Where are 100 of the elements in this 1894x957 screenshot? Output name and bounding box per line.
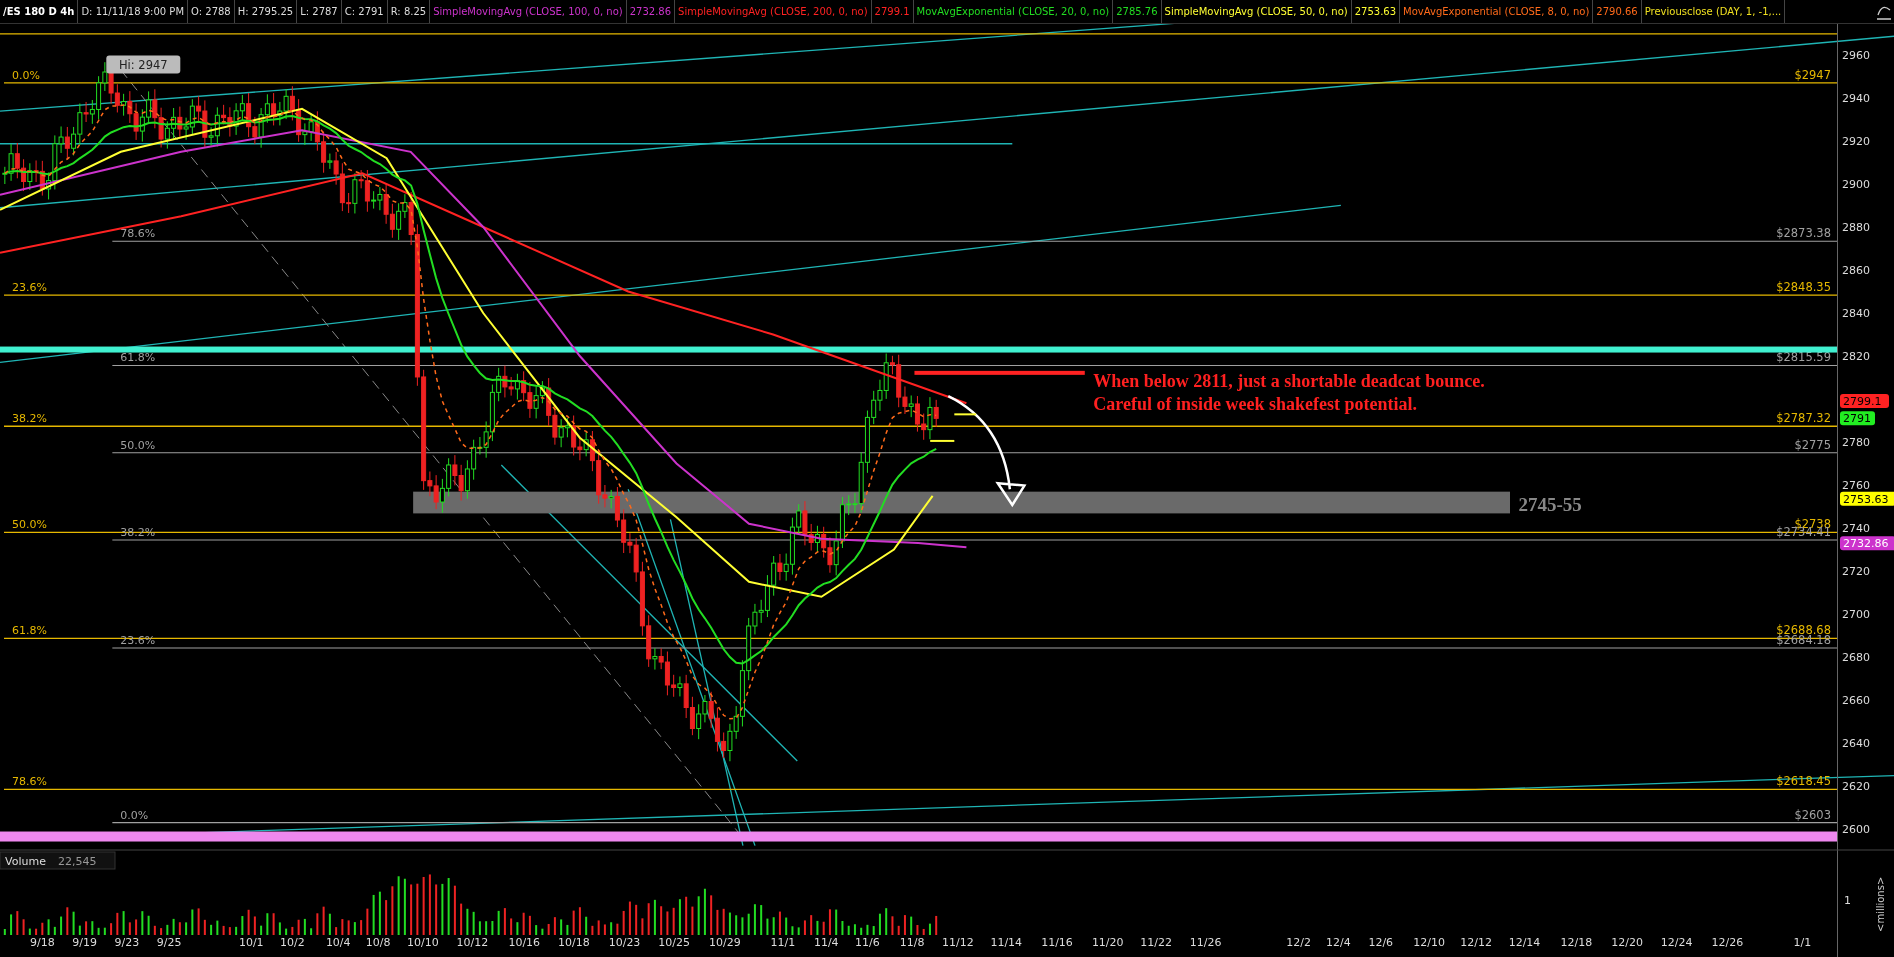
symbol-label: /ES 180 D 4h [0, 0, 79, 23]
price-tick-label: 2740 [1842, 522, 1870, 535]
price-marker: 2753.63 [1840, 491, 1894, 506]
price-tick-mark [953, 413, 978, 416]
study-label: SimpleMovingAvg (CLOSE, 100, 0, no) [430, 0, 627, 23]
study-label: MovAvgExponential (CLOSE, 8, 0, no) [1400, 0, 1594, 23]
date-tick-label: 10/25 [658, 936, 690, 949]
date-tick-label: 12/24 [1660, 936, 1693, 949]
price-tick-label: 2620 [1842, 780, 1870, 793]
fib-percent-label: 61.8% [12, 624, 47, 638]
price-tick-label: 2780 [1842, 436, 1870, 449]
fib-percent-label: 23.6% [12, 281, 47, 295]
quote-field: H: 2795.25 [234, 0, 298, 23]
study-icon[interactable] [1876, 4, 1892, 20]
study-label: SimpleMovingAvg (CLOSE, 200, 0, no) [675, 0, 872, 23]
date-tick-label: 10/18 [557, 936, 590, 949]
price-marker: 2791 [1840, 411, 1875, 426]
date-tick-label: 10/29 [708, 936, 741, 949]
study-value: 2799.1 [871, 0, 914, 23]
fib-price-label: $2947 [1794, 67, 1831, 82]
study-value: 2753.63 [1351, 0, 1401, 23]
volume-label: Volume [5, 855, 46, 868]
fib-price-label: $2603 [1794, 807, 1831, 822]
date-tick-label: 12/10 [1413, 936, 1445, 949]
study-value: 2785.76 [1113, 0, 1162, 23]
price-tick-label: 2720 [1842, 565, 1870, 578]
fib-price-label: $2873.38 [1776, 226, 1831, 241]
study-label: MovAvgExponential (CLOSE, 20, 0, no) [913, 0, 1114, 23]
price-tick-label: 2860 [1842, 264, 1870, 277]
fib-percent-label: 78.6% [120, 227, 156, 241]
price-tick-label: 2700 [1842, 608, 1870, 621]
date-tick-label: 12/12 [1460, 936, 1493, 949]
date-tick-label: 10/2 [280, 936, 305, 949]
volume-unit-label: <millions> [1875, 876, 1886, 932]
date-tick-label: 11/16 [1041, 936, 1073, 949]
date-tick-label: 11/20 [1091, 936, 1124, 949]
fib-price-label: $2618.45 [1776, 774, 1831, 789]
date-tick-label: 11/6 [855, 936, 880, 949]
date-tick-label: 9/23 [114, 936, 140, 949]
fib-percent-label: 0.0% [12, 68, 40, 82]
volume-value: 22,545 [58, 855, 97, 868]
price-tick-mark [929, 439, 956, 442]
date-tick-label: 12/2 [1286, 936, 1311, 949]
quote-field: R: 8.25 [387, 0, 431, 23]
price-tick-label: 2820 [1842, 350, 1870, 363]
fib-price-label: $2787.32 [1776, 411, 1831, 426]
date-tick-label: 10/8 [365, 936, 391, 949]
annotation-text: When below 2811, just a shortable deadcat bounce. [1093, 370, 1485, 391]
quote-field: D: 11/11/18 9:00 PM [78, 0, 189, 23]
date-tick-label: 9/25 [156, 936, 182, 949]
price-tick-label: 2640 [1842, 737, 1870, 750]
price-tick-label: 2900 [1842, 178, 1870, 191]
fib-percent-label: 61.8% [120, 351, 156, 365]
fib-price-label: $2848.35 [1776, 280, 1831, 295]
study-label: SimpleMovingAvg (CLOSE, 50, 0, no) [1161, 0, 1352, 23]
date-tick-label: 12/20 [1611, 936, 1644, 949]
date-tick-label: 10/1 [238, 936, 264, 949]
date-tick-label: 11/22 [1140, 936, 1172, 949]
quote-field: L: 2787 [297, 0, 342, 23]
price-tick-label: 2920 [1842, 135, 1870, 148]
date-tick-label: 11/8 [899, 936, 925, 949]
price-tick-label: 2960 [1842, 49, 1870, 62]
date-tick-label: 10/16 [508, 936, 541, 949]
fib-percent-label: 78.6% [12, 775, 47, 789]
date-tick-label: 11/4 [813, 936, 839, 949]
price-tick-label: 2880 [1842, 221, 1870, 234]
date-tick-label: 12/18 [1560, 936, 1593, 949]
price-marker: 2799.1 [1840, 393, 1889, 408]
price-tick-label: 2660 [1842, 694, 1870, 707]
date-tick-label: 12/26 [1711, 936, 1744, 949]
date-tick-label: 12/4 [1326, 936, 1351, 949]
study-label: Previousclose (DAY, 1, -1,... [1641, 0, 1786, 23]
price-tick-label: 2940 [1842, 92, 1870, 105]
volume-tick-label: 1 [1844, 894, 1851, 907]
fib-percent-label: 0.0% [120, 808, 149, 822]
date-tick-label: 1/1 [1793, 936, 1812, 949]
date-tick-label: 12/6 [1368, 936, 1394, 949]
fib-price-label: $2775 [1794, 437, 1831, 452]
date-tick-label: 10/4 [325, 936, 351, 949]
date-tick-label: 10/23 [608, 936, 641, 949]
price-tick-label: 2600 [1842, 823, 1870, 836]
price-tick-label: 2840 [1842, 307, 1870, 320]
date-tick-label: 9/18 [29, 936, 55, 949]
annotation-text: Careful of inside week shakefest potential. [1093, 393, 1417, 414]
date-tick-label: 10/10 [406, 936, 439, 949]
fib-percent-label: 50.0% [120, 438, 156, 452]
date-tick-label: 11/12 [942, 936, 974, 949]
study-value: 2732.86 [626, 0, 676, 23]
date-tick-label: 10/12 [456, 936, 489, 949]
fib-percent-label: 50.0% [12, 518, 47, 532]
price-tick-label: 2680 [1842, 651, 1870, 664]
fib-price-label: $2815.59 [1776, 350, 1831, 365]
date-tick-label: 12/14 [1508, 936, 1541, 949]
price-tick-label: 2760 [1842, 479, 1870, 492]
date-tick-label: 11/14 [990, 936, 1023, 949]
zone-label: 2745-55 [1518, 494, 1582, 515]
fib-percent-label: 38.2% [12, 412, 47, 426]
quote-field: C: 2791 [341, 0, 388, 23]
study-value: 2790.66 [1593, 0, 1642, 23]
quote-field: O: 2788 [188, 0, 235, 23]
